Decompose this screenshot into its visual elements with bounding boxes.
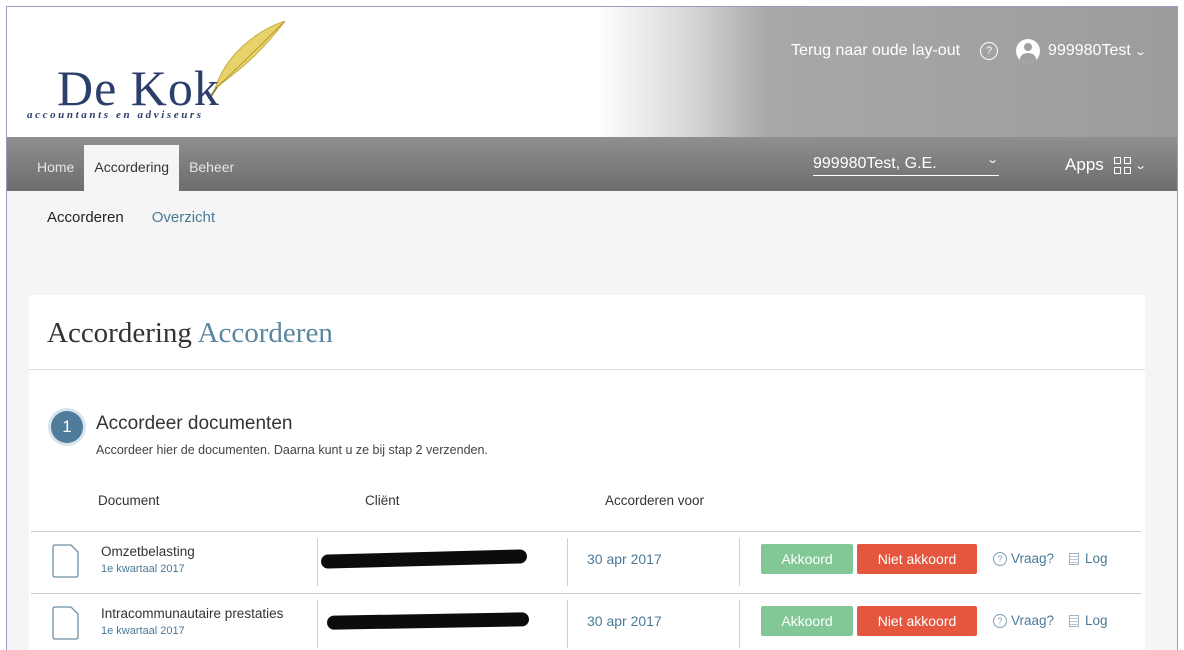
chevron-down-icon: ⌄	[1133, 159, 1147, 172]
header-user-area: Terug naar oude lay-out ? 999980Test ⌄	[791, 39, 1147, 63]
table-row: Intracommunautaire prestaties 1e kwartaa…	[31, 593, 1141, 649]
document-name[interactable]: Intracommunautaire prestaties	[101, 606, 283, 621]
document-icon	[52, 606, 79, 640]
help-icon[interactable]: ?	[980, 42, 999, 60]
log-label: Log	[1085, 551, 1108, 566]
log-label: Log	[1085, 613, 1108, 628]
chevron-down-icon: ⌄	[1133, 46, 1147, 58]
main-navbar: Home Accordering Beheer 999980Test, G.E.…	[7, 137, 1177, 191]
reject-button[interactable]: Niet akkoord	[857, 544, 977, 574]
page-title-subsection: Accorderen	[197, 317, 333, 349]
log-link[interactable]: Log	[1069, 551, 1108, 566]
cell-divider	[567, 600, 568, 648]
step-title: Accordeer documenten	[96, 413, 293, 434]
column-header-document: Document	[98, 493, 160, 508]
document-icon	[52, 544, 79, 578]
cell-divider	[317, 600, 318, 648]
client-select[interactable]: 999980Test, G.E. ⌄	[813, 154, 999, 176]
approval-card: Accordering Accorderen 1 Accordeer docum…	[29, 295, 1145, 650]
apps-grid-icon	[1113, 156, 1131, 174]
sub-navigation: Accorderen Overzicht	[47, 209, 243, 226]
client-redacted	[320, 549, 528, 569]
site-header: De Kok accountants en adviseurs Terug na…	[7, 7, 1177, 137]
subnav-overzicht[interactable]: Overzicht	[152, 209, 215, 226]
app-window: De Kok accountants en adviseurs Terug na…	[6, 6, 1178, 650]
document-period: 1e kwartaal 2017	[101, 625, 185, 637]
log-link[interactable]: Log	[1069, 613, 1108, 628]
user-name: 999980Test	[1048, 42, 1131, 59]
cell-divider	[567, 538, 568, 586]
page-title-section: Accordering	[47, 317, 192, 349]
question-label: Vraag?	[1011, 613, 1055, 628]
company-logo[interactable]: De Kok accountants en adviseurs	[25, 21, 286, 131]
user-menu[interactable]: 999980Test ⌄	[1048, 42, 1147, 60]
old-layout-link[interactable]: Terug naar oude lay-out	[791, 42, 960, 60]
cell-divider	[317, 538, 318, 586]
log-icon	[1069, 614, 1079, 627]
user-avatar-icon[interactable]	[1016, 39, 1041, 63]
title-divider	[29, 369, 1145, 370]
client-redacted	[326, 612, 530, 630]
approve-button[interactable]: Akkoord	[761, 606, 853, 636]
table-row: Omzetbelasting 1e kwartaal 2017 30 apr 2…	[31, 531, 1141, 587]
approve-button[interactable]: Akkoord	[761, 544, 853, 574]
cell-divider	[739, 600, 740, 648]
main-tabs: Home Accordering Beheer	[27, 145, 244, 191]
question-link[interactable]: ? Vraag?	[993, 613, 1054, 628]
column-header-deadline: Accorderen voor	[605, 493, 705, 508]
chevron-down-icon: ⌄	[985, 154, 999, 166]
help-icon: ?	[993, 551, 1007, 566]
cell-divider	[739, 538, 740, 586]
reject-button[interactable]: Niet akkoord	[857, 606, 977, 636]
tab-home[interactable]: Home	[27, 145, 84, 191]
tab-accordering[interactable]: Accordering	[84, 145, 180, 191]
logo-tagline: accountants en adviseurs	[27, 109, 204, 121]
page-title: Accordering Accorderen	[47, 317, 333, 350]
question-link[interactable]: ? Vraag?	[993, 551, 1054, 566]
question-label: Vraag?	[1011, 551, 1055, 566]
client-select-value: 999980Test, G.E.	[813, 155, 937, 172]
document-period: 1e kwartaal 2017	[101, 563, 185, 575]
step-number-badge: 1	[51, 411, 83, 443]
log-icon	[1069, 552, 1079, 565]
document-name[interactable]: Omzetbelasting	[101, 544, 195, 559]
tab-beheer[interactable]: Beheer	[179, 145, 244, 191]
apps-label: Apps	[1065, 155, 1104, 174]
deadline-date: 30 apr 2017	[587, 613, 662, 629]
deadline-date: 30 apr 2017	[587, 551, 662, 567]
subnav-accorderen[interactable]: Accorderen	[47, 209, 124, 226]
column-header-client: Cliënt	[365, 493, 400, 508]
help-icon: ?	[993, 613, 1007, 628]
step-description: Accordeer hier de documenten. Daarna kun…	[96, 443, 488, 457]
apps-menu[interactable]: Apps ⌄	[1065, 155, 1147, 175]
